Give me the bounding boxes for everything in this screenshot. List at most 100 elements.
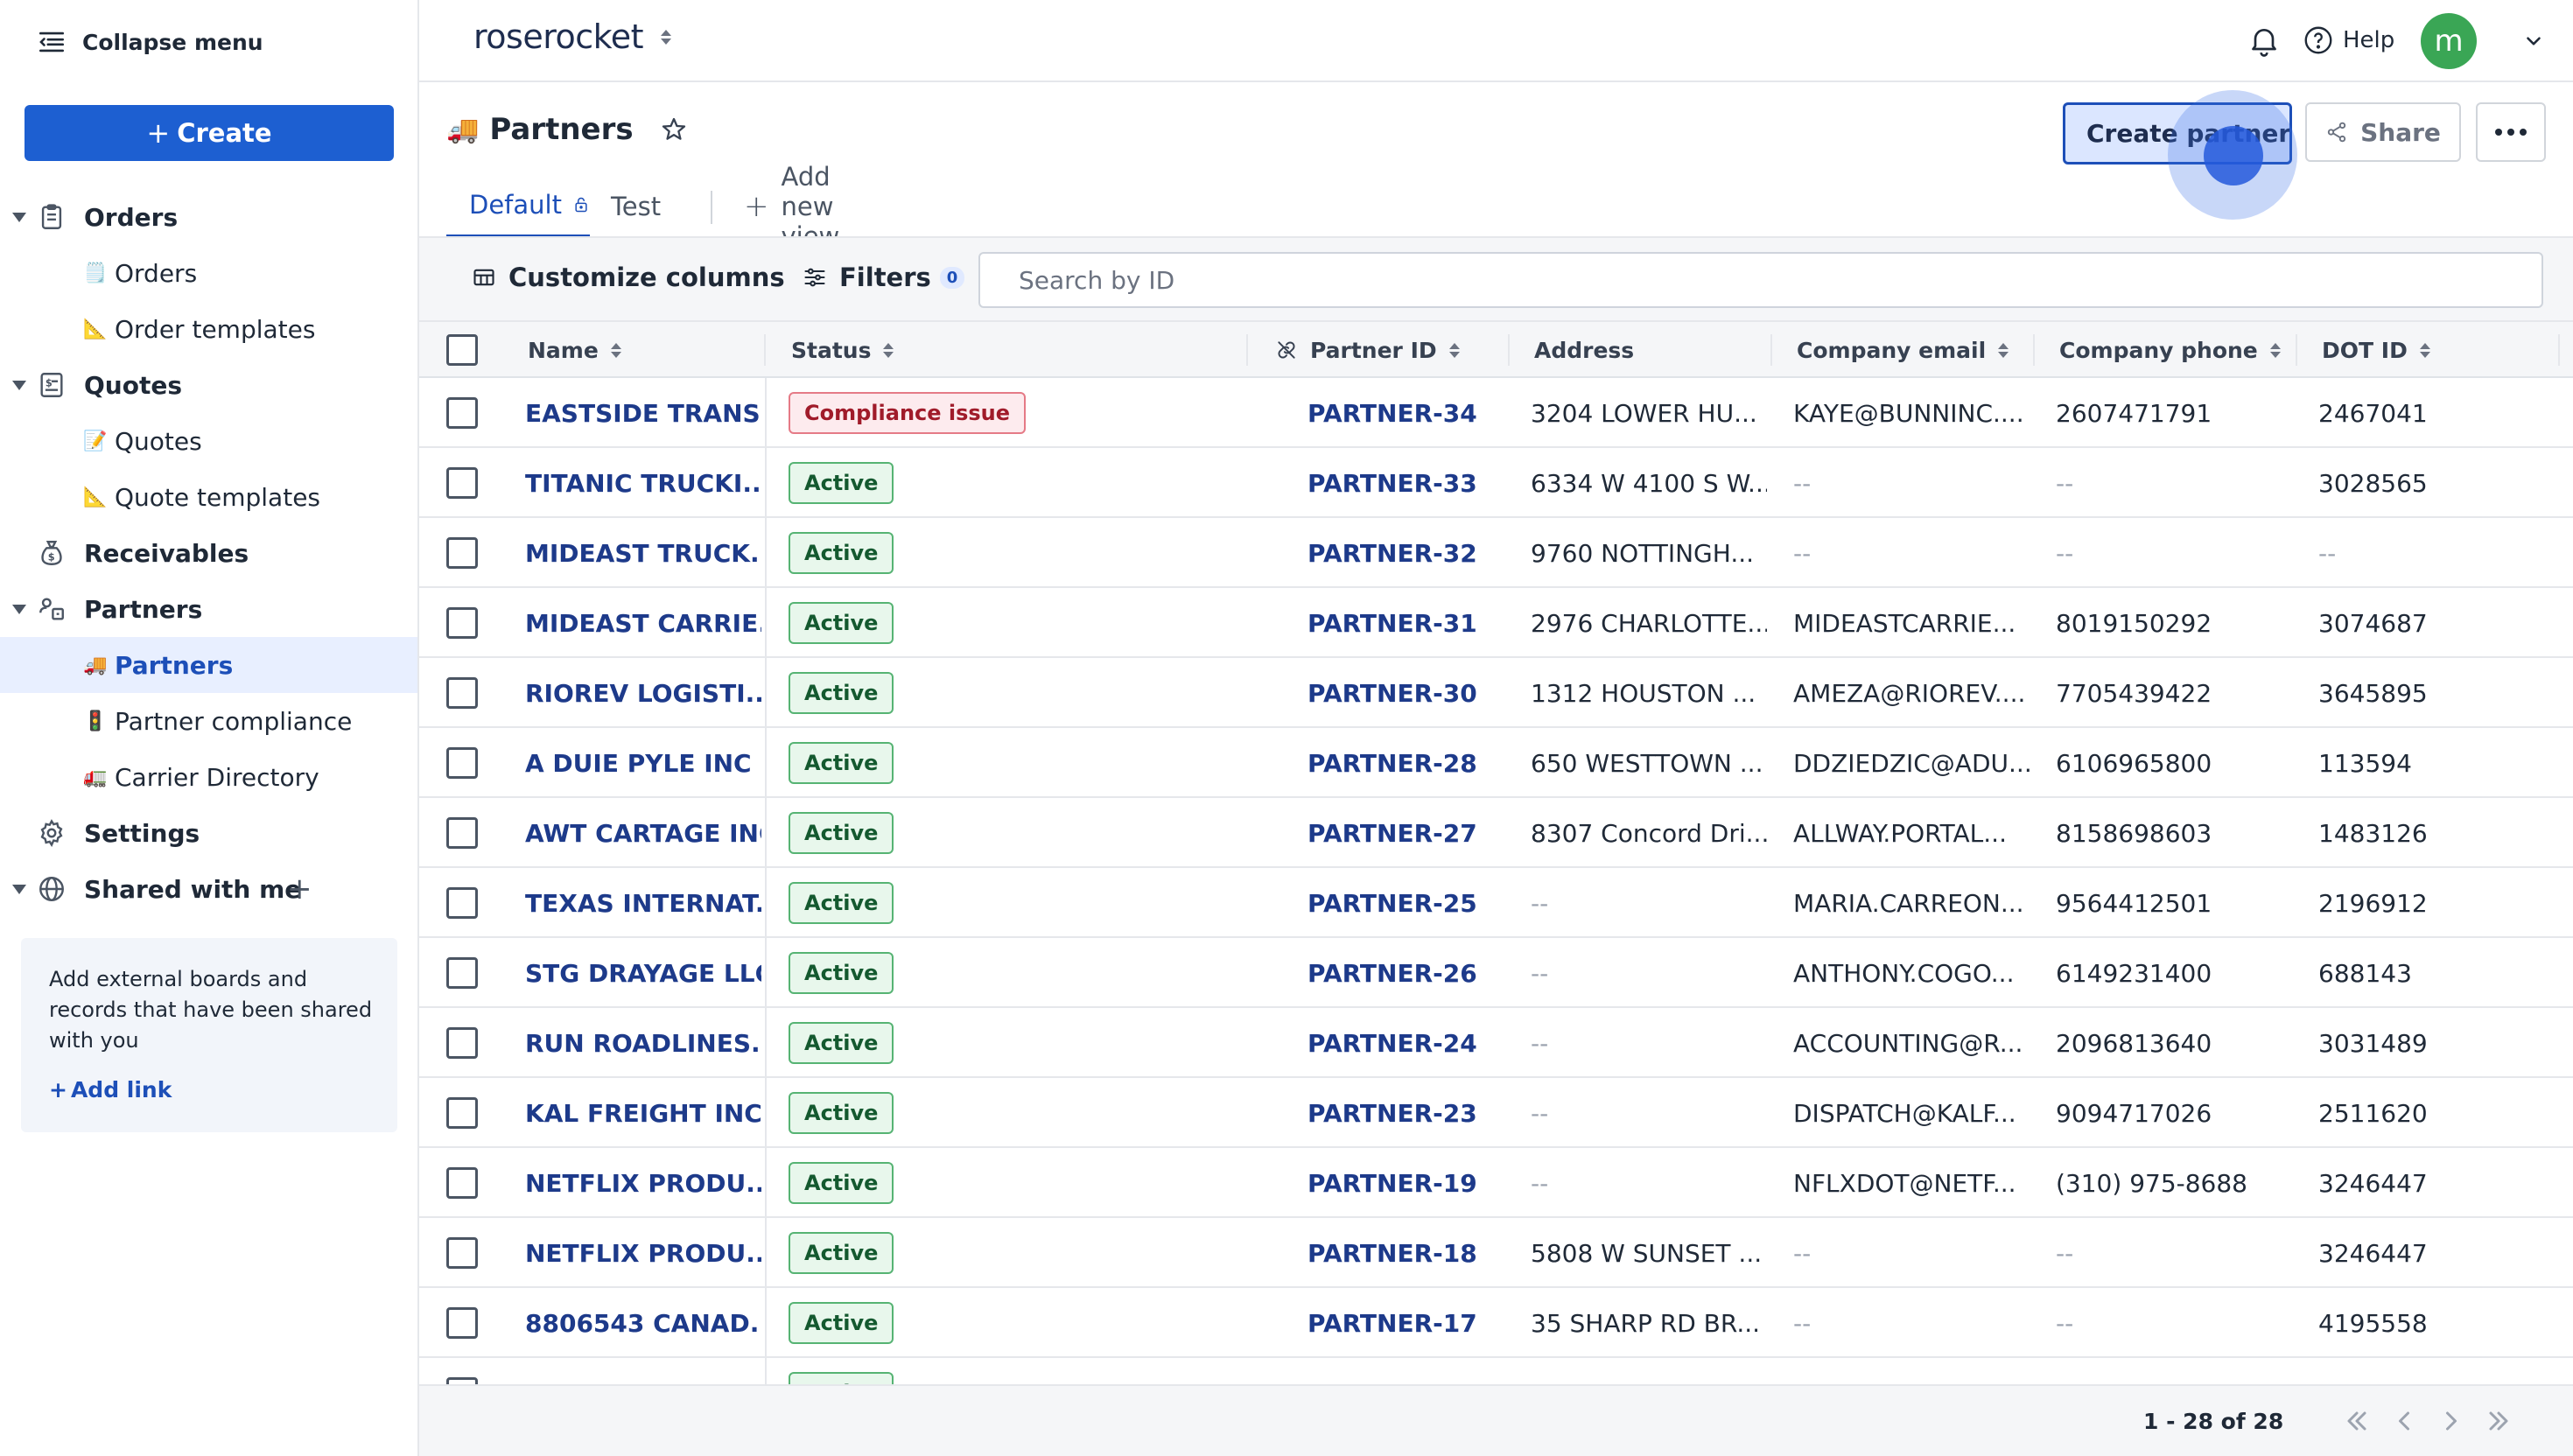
search-input[interactable] [978, 252, 2543, 308]
status-badge[interactable]: Active [789, 952, 894, 994]
tab-test[interactable]: Test [611, 175, 661, 238]
sort-icon[interactable] [883, 342, 894, 358]
avatar[interactable]: m [2421, 13, 2477, 69]
partner-name-link[interactable]: MIDEAST CARRIE... [525, 588, 761, 658]
partner-id-link[interactable]: PARTNER-17 [1308, 1288, 1500, 1358]
partner-name-link[interactable]: 8806543 CANAD... [525, 1288, 761, 1358]
table-row[interactable]: Active [419, 1358, 2573, 1384]
status-badge[interactable]: Compliance issue [789, 392, 1027, 434]
status-badge[interactable]: Active [789, 672, 894, 714]
partner-name-link[interactable]: KAL FREIGHT INC [525, 1078, 761, 1148]
sidebar-item-quote-templates[interactable]: 📐 Quote templates [0, 469, 417, 525]
table-row[interactable]: TITANIC TRUCKI... Active PARTNER-33 6334… [419, 448, 2573, 518]
sidebar-group-quotes[interactable]: $ Quotes [0, 357, 417, 413]
row-checkbox[interactable] [446, 817, 478, 849]
column-divider[interactable] [1508, 334, 1510, 366]
last-page-icon[interactable] [2483, 1405, 2514, 1437]
partner-id-link[interactable]: PARTNER-34 [1308, 378, 1500, 448]
status-badge[interactable]: Active [789, 742, 894, 784]
partner-name-link[interactable]: STG DRAYAGE LLC [525, 938, 761, 1008]
sidebar-item-quotes[interactable]: 📝 Quotes [0, 413, 417, 469]
column-header-partner-id[interactable]: Partner ID [1275, 322, 1460, 378]
help-button[interactable]: Help [2303, 24, 2394, 56]
sidebar-item-order-templates[interactable]: 📐 Order templates [0, 301, 417, 357]
create-partner-button[interactable]: Create partner [2063, 102, 2292, 164]
row-checkbox[interactable] [446, 1097, 478, 1129]
column-divider[interactable] [2033, 334, 2035, 366]
star-icon[interactable] [660, 116, 688, 144]
row-checkbox[interactable] [446, 1167, 478, 1199]
row-checkbox[interactable] [446, 1027, 478, 1059]
caret-down-icon[interactable] [12, 604, 26, 614]
partner-name-link[interactable]: RUN ROADLINES... [525, 1008, 761, 1078]
row-checkbox[interactable] [446, 1377, 478, 1384]
add-link-button[interactable]: + Add link [49, 1077, 369, 1102]
partner-id-link[interactable]: PARTNER-32 [1308, 518, 1500, 588]
sort-icon[interactable] [2269, 342, 2281, 358]
table-row[interactable]: 8806543 CANAD... Active PARTNER-17 35 SH… [419, 1288, 2573, 1358]
row-checkbox[interactable] [446, 1237, 478, 1269]
workspace-switcher[interactable]: roserocket [473, 18, 672, 56]
sidebar-group-orders[interactable]: Orders [0, 189, 417, 245]
sort-icon[interactable] [1448, 342, 1460, 358]
row-checkbox[interactable] [446, 957, 478, 989]
partner-name-link[interactable]: A DUIE PYLE INC [525, 728, 761, 798]
table-row[interactable]: RIOREV LOGISTI... Active PARTNER-30 1312… [419, 658, 2573, 728]
partner-id-link[interactable]: PARTNER-23 [1308, 1078, 1500, 1148]
partner-id-link[interactable]: PARTNER-28 [1308, 728, 1500, 798]
partner-id-link[interactable]: PARTNER-26 [1308, 938, 1500, 1008]
add-new-view-button[interactable]: + Add new view [744, 162, 839, 251]
partner-id-link[interactable]: PARTNER-18 [1308, 1218, 1500, 1288]
customize-columns-button[interactable]: Customize columns [472, 262, 785, 292]
partner-name-link[interactable]: RIOREV LOGISTI... [525, 658, 761, 728]
row-checkbox[interactable] [446, 887, 478, 919]
sidebar-group-shared-with-me[interactable]: Shared with me + [0, 861, 417, 917]
status-badge[interactable]: Active [789, 1162, 894, 1204]
status-badge[interactable]: Active [789, 532, 894, 574]
table-row[interactable]: KAL FREIGHT INC Active PARTNER-23 -- DIS… [419, 1078, 2573, 1148]
sidebar-group-partners[interactable]: Partners [0, 581, 417, 637]
partner-name-link[interactable] [525, 1358, 761, 1384]
partner-id-link[interactable]: PARTNER-19 [1308, 1148, 1500, 1218]
caret-down-icon[interactable] [12, 380, 26, 390]
partner-id-link[interactable]: PARTNER-25 [1308, 868, 1500, 938]
status-badge[interactable]: Active [789, 1092, 894, 1134]
table-row[interactable]: NETFLIX PRODU... Active PARTNER-19 -- NF… [419, 1148, 2573, 1218]
row-checkbox[interactable] [446, 537, 478, 569]
first-page-icon[interactable] [2341, 1405, 2373, 1437]
filters-button[interactable]: Filters 0 [803, 262, 965, 292]
partner-id-link[interactable]: PARTNER-30 [1308, 658, 1500, 728]
table-row[interactable]: NETFLIX PRODU... Active PARTNER-18 5808 … [419, 1218, 2573, 1288]
row-checkbox[interactable] [446, 397, 478, 429]
column-divider[interactable] [2296, 334, 2297, 366]
column-header-status[interactable]: Status [791, 322, 894, 378]
status-badge[interactable]: Active [789, 1232, 894, 1274]
sort-icon[interactable] [610, 342, 621, 358]
table-row[interactable]: EASTSIDE TRANS... Compliance issue PARTN… [419, 378, 2573, 448]
status-badge[interactable]: Active [789, 1022, 894, 1064]
partner-name-link[interactable]: EASTSIDE TRANS... [525, 378, 761, 448]
column-divider[interactable] [1246, 334, 1248, 366]
column-divider[interactable] [764, 334, 766, 366]
partner-name-link[interactable]: NETFLIX PRODU... [525, 1148, 761, 1218]
share-button[interactable]: Share [2305, 102, 2461, 162]
next-page-icon[interactable] [2436, 1405, 2467, 1437]
collapse-menu-button[interactable]: Collapse menu [37, 24, 263, 60]
sort-icon[interactable] [1998, 342, 2009, 358]
table-row[interactable]: A DUIE PYLE INC Active PARTNER-28 650 WE… [419, 728, 2573, 798]
column-divider[interactable] [2558, 334, 2560, 366]
partner-id-link[interactable]: PARTNER-24 [1308, 1008, 1500, 1078]
row-checkbox[interactable] [446, 1307, 478, 1339]
table-row[interactable]: TEXAS INTERNAT... Active PARTNER-25 -- M… [419, 868, 2573, 938]
partner-name-link[interactable]: AWT CARTAGE INC [525, 798, 761, 868]
partner-name-link[interactable]: TEXAS INTERNAT... [525, 868, 761, 938]
partner-id-link[interactable]: PARTNER-33 [1308, 448, 1500, 518]
sidebar-group-receivables[interactable]: $ Receivables [0, 525, 417, 581]
sidebar-item-partners[interactable]: 🚚 Partners [0, 637, 417, 693]
column-divider[interactable] [1770, 334, 1772, 366]
bell-icon[interactable] [2247, 23, 2282, 58]
partner-name-link[interactable]: TITANIC TRUCKI... [525, 448, 761, 518]
table-row[interactable]: AWT CARTAGE INC Active PARTNER-27 8307 C… [419, 798, 2573, 868]
row-checkbox[interactable] [446, 677, 478, 709]
column-header-company-email[interactable]: Company email [1797, 322, 2009, 378]
